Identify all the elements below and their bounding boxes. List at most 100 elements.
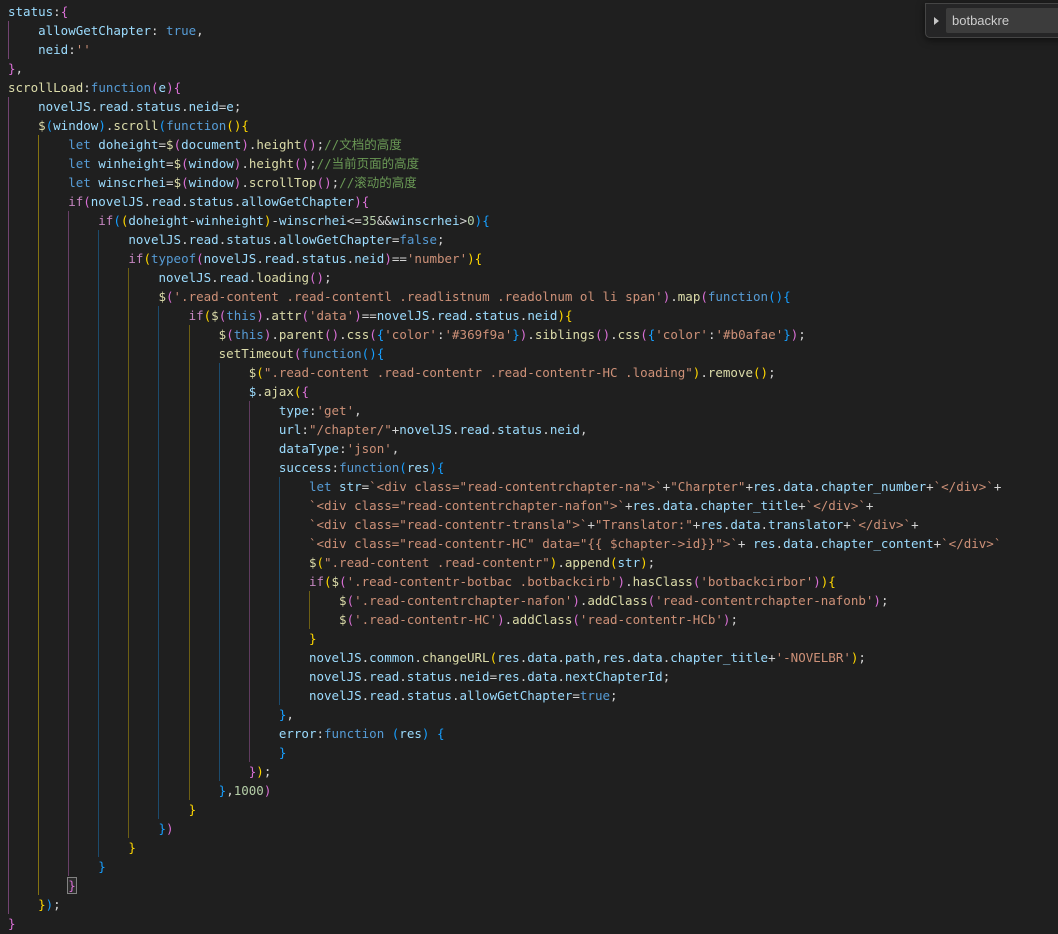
- code-line[interactable]: type:'get',: [8, 401, 1058, 420]
- bracket: {: [241, 118, 249, 133]
- code-line[interactable]: scrollLoad:function(e){: [8, 78, 1058, 97]
- code-line[interactable]: $('.read-contentr-HC').addClass('read-co…: [8, 610, 1058, 629]
- indent-guide: [278, 667, 309, 686]
- code-line[interactable]: }: [8, 800, 1058, 819]
- code-token: =: [166, 175, 174, 190]
- code-line[interactable]: `<div class="read-contentr-HC" data="{{ …: [8, 534, 1058, 553]
- indent-guide: [68, 458, 98, 477]
- indent-guide: [68, 762, 98, 781]
- code-line[interactable]: dataType:'json',: [8, 439, 1058, 458]
- code-token: ".read-content .read-contentr": [324, 555, 550, 570]
- indent-guide: [158, 686, 188, 705]
- code-line[interactable]: $(".read-content .read-contentr .read-co…: [8, 363, 1058, 382]
- chevron-right-icon[interactable]: [926, 4, 946, 37]
- bracket: ): [331, 327, 340, 342]
- code-line[interactable]: allowGetChapter: true,: [8, 21, 1058, 40]
- code-line[interactable]: let doheight=$(document).height();//文档的高…: [8, 135, 1058, 154]
- code-line[interactable]: status:{: [8, 2, 1058, 21]
- code-line[interactable]: }: [8, 743, 1058, 762]
- code-line[interactable]: if(typeof(novelJS.read.status.neid)=='nu…: [8, 249, 1058, 268]
- code-line[interactable]: }: [8, 914, 1058, 933]
- code-line[interactable]: neid:'': [8, 40, 1058, 59]
- code-token: allowGetChapter: [278, 232, 392, 247]
- code-token: novelJS: [128, 232, 182, 247]
- indent-guide: [68, 477, 98, 496]
- indent-guide: [218, 572, 249, 591]
- code-line[interactable]: $(this).parent().css({'color':'#369f9a'}…: [8, 325, 1058, 344]
- indent-guide: [158, 458, 188, 477]
- code-line[interactable]: let winscrhei=$(window).scrollTop();//滚动…: [8, 173, 1058, 192]
- code-line[interactable]: setTimeout(function(){: [8, 344, 1058, 363]
- code-line[interactable]: novelJS.common.changeURL(res.data.path,r…: [8, 648, 1058, 667]
- code-line[interactable]: novelJS.read.loading();: [8, 268, 1058, 287]
- find-widget[interactable]: botbackre: [925, 3, 1058, 38]
- code-token: :: [150, 23, 167, 38]
- code-line[interactable]: $.ajax({: [8, 382, 1058, 401]
- code-line[interactable]: `<div class="read-contentr-transla">`+"T…: [8, 515, 1058, 534]
- indent-guide: [98, 287, 128, 306]
- code-line[interactable]: $(window).scroll(function(){: [8, 116, 1058, 135]
- code-line[interactable]: error:function (res) {: [8, 724, 1058, 743]
- indent-guide: [128, 781, 158, 800]
- code-token: "/chapter/": [308, 422, 392, 437]
- code-line[interactable]: }: [8, 857, 1058, 876]
- code-token: '#b0afae': [715, 327, 784, 342]
- code-token: if: [188, 308, 204, 323]
- code-line[interactable]: });: [8, 762, 1058, 781]
- code-line[interactable]: $('.read-content .read-contentl .readlis…: [8, 287, 1058, 306]
- indent-guide: [218, 705, 249, 724]
- bracket: ): [369, 346, 377, 361]
- find-input[interactable]: botbackre: [946, 8, 1058, 33]
- code-line[interactable]: novelJS.read.status.allowGetChapter=fals…: [8, 230, 1058, 249]
- bracket: ): [873, 593, 881, 608]
- indent-guide: [8, 610, 38, 629]
- code-line[interactable]: if($('.read-contentr-botbac .botbackcirb…: [8, 572, 1058, 591]
- code-line[interactable]: if(novelJS.read.status.allowGetChapter){: [8, 192, 1058, 211]
- indent-guide: [38, 629, 68, 648]
- code-line[interactable]: }: [8, 876, 1058, 895]
- code-token: ;: [610, 688, 618, 703]
- code-token: 0: [467, 213, 475, 228]
- indent-guide: [218, 458, 249, 477]
- code-area[interactable]: status:{allowGetChapter: true, neid:''}, s…: [8, 2, 1058, 933]
- code-line[interactable]: let str=`<div class="read-contentrchapte…: [8, 477, 1058, 496]
- code-line[interactable]: let winheight=$(window).height();//当前页面的…: [8, 154, 1058, 173]
- code-line[interactable]: }: [8, 838, 1058, 857]
- indent-guide: [98, 781, 128, 800]
- indent-guide: [8, 173, 38, 192]
- code-token: +: [587, 517, 595, 532]
- code-line[interactable]: novelJS.read.status.neid=e;: [8, 97, 1058, 116]
- code-line[interactable]: $('.read-contentrchapter-nafon').addClas…: [8, 591, 1058, 610]
- code-line[interactable]: success:function(res){: [8, 458, 1058, 477]
- indent-guide: [38, 268, 68, 287]
- code-line[interactable]: }: [8, 629, 1058, 648]
- code-line[interactable]: $(".read-content .read-contentr").append…: [8, 553, 1058, 572]
- code-line[interactable]: },: [8, 705, 1058, 724]
- code-token: :: [339, 441, 347, 456]
- code-line[interactable]: novelJS.read.status.neid=res.data.nextCh…: [8, 667, 1058, 686]
- code-token: .: [241, 175, 249, 190]
- code-line[interactable]: }): [8, 819, 1058, 838]
- indent-guide: [308, 591, 339, 610]
- bracket: ): [166, 80, 174, 95]
- code-token: novelJS: [38, 99, 91, 114]
- code-line[interactable]: `<div class="read-contentrchapter-nafon"…: [8, 496, 1058, 515]
- code-line[interactable]: url:"/chapter/"+novelJS.read.status.neid…: [8, 420, 1058, 439]
- bracket: (: [309, 270, 317, 285]
- bracket: {: [436, 726, 445, 741]
- indent-guide: [248, 534, 279, 553]
- indent-guide: [218, 686, 249, 705]
- code-line[interactable]: });: [8, 895, 1058, 914]
- indent-guide: [158, 325, 188, 344]
- code-token: .: [256, 251, 264, 266]
- code-line[interactable]: },: [8, 59, 1058, 78]
- code-token: ;: [436, 232, 445, 247]
- code-token: .: [271, 232, 279, 247]
- code-line[interactable]: },1000): [8, 781, 1058, 800]
- code-token: +: [993, 479, 1002, 494]
- indent-guide: [68, 838, 98, 857]
- code-line[interactable]: if($(this).attr('data')==novelJS.read.st…: [8, 306, 1058, 325]
- code-line[interactable]: if((doheight-winheight)-winscrhei<=35&&w…: [8, 211, 1058, 230]
- code-line[interactable]: novelJS.read.status.allowGetChapter=true…: [8, 686, 1058, 705]
- indent-guide: [68, 211, 98, 230]
